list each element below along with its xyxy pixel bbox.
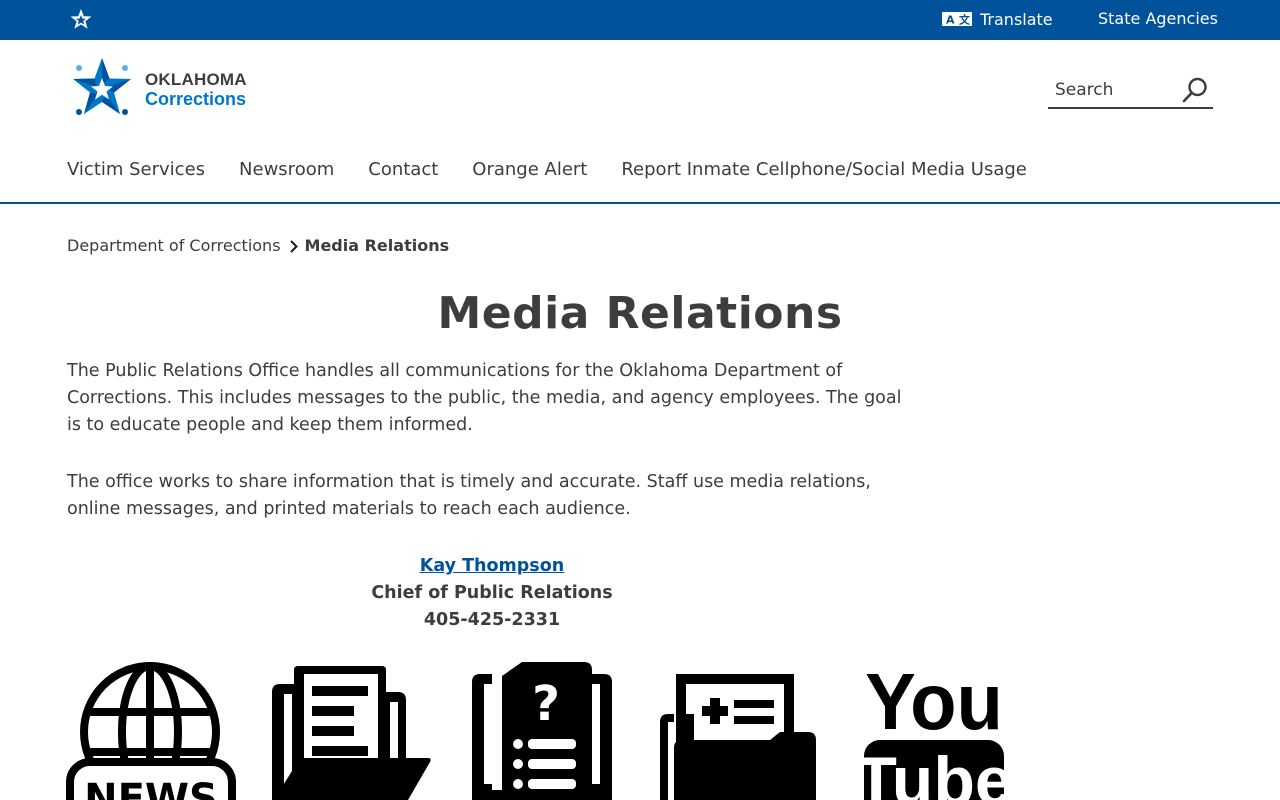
medical-records-tile[interactable] [660,662,820,800]
contact-phone: 405-425-2331 [423,610,561,630]
nav-link[interactable]: Contact [368,159,438,180]
main-navigation: Victim Services Newsroom Contact Orange … [0,140,1280,204]
breadcrumb-current: Media Relations [304,236,450,255]
nav-link[interactable]: Orange Alert [472,159,587,180]
translate-icon: A 文 [942,12,972,27]
nav-item-victim-services[interactable]: Victim Services [67,159,205,180]
youtube-tube-text: Tube [862,743,1012,800]
search-box [1048,74,1213,109]
logo-line-corrections: Corrections [145,88,247,109]
contact-name-link[interactable]: Kay Thompson [420,556,564,576]
search-input[interactable] [1048,74,1173,106]
oklahoma-star-icon[interactable] [69,8,93,32]
faq-tile[interactable]: ? [472,662,612,800]
globe-news-icon: NEWS [66,662,236,800]
breadcrumb-parent-link[interactable]: Department of Corrections [67,236,281,255]
logo-wordmark: OKLAHOMA Corrections [145,71,247,108]
state-agencies-link[interactable]: State Agencies [1098,9,1218,28]
medical-folder-icon [660,674,816,800]
breadcrumb: Department of Corrections Media Relation… [67,236,449,255]
nav-link[interactable]: Victim Services [67,159,205,180]
press-release-tile[interactable] [264,662,434,800]
contact-block: Kay Thompson Chief of Public Relations 4… [292,553,692,634]
news-tile[interactable]: NEWS [66,662,236,800]
nav-link[interactable]: Newsroom [239,159,334,180]
contact-title: Chief of Public Relations [371,583,613,603]
document-folder-icon [272,666,431,800]
nav-item-newsroom[interactable]: Newsroom [239,159,334,180]
intro-paragraph: The Public Relations Office handles all … [67,361,902,435]
svg-text:A: A [946,14,955,27]
search-button[interactable] [1181,76,1209,104]
nav-item-report-inmate-cellphone[interactable]: Report Inmate Cellphone/Social Media Usa… [621,159,1027,180]
nav-item-contact[interactable]: Contact [368,159,438,180]
translate-link[interactable]: A 文 Translate [942,8,1053,30]
chevron-right-icon [289,239,298,253]
resource-icons-row: NEWS ? You Tube [0,656,1280,800]
nav-link[interactable]: Report Inmate Cellphone/Social Media Usa… [621,159,1027,180]
search-icon [1182,77,1207,103]
nav-item-orange-alert[interactable]: Orange Alert [472,159,587,180]
svg-text:文: 文 [959,13,971,27]
translate-label: Translate [980,9,1053,29]
second-paragraph: The office works to share information th… [67,472,871,519]
youtube-you-text: You [865,662,1003,747]
site-logo[interactable]: OKLAHOMA Corrections [69,56,247,122]
page-title: Media Relations [437,288,843,339]
svg-text:?: ? [532,676,560,732]
news-icon-text: NEWS [84,776,218,800]
youtube-tile[interactable]: You Tube [855,656,1013,800]
question-document-icon: ? [472,662,612,800]
youtube-icon: You Tube [855,656,1013,800]
oklahoma-star-logo-icon [73,58,131,115]
utility-bar: A 文 Translate State Agencies [0,0,1280,40]
logo-line-oklahoma: OKLAHOMA [145,69,247,89]
